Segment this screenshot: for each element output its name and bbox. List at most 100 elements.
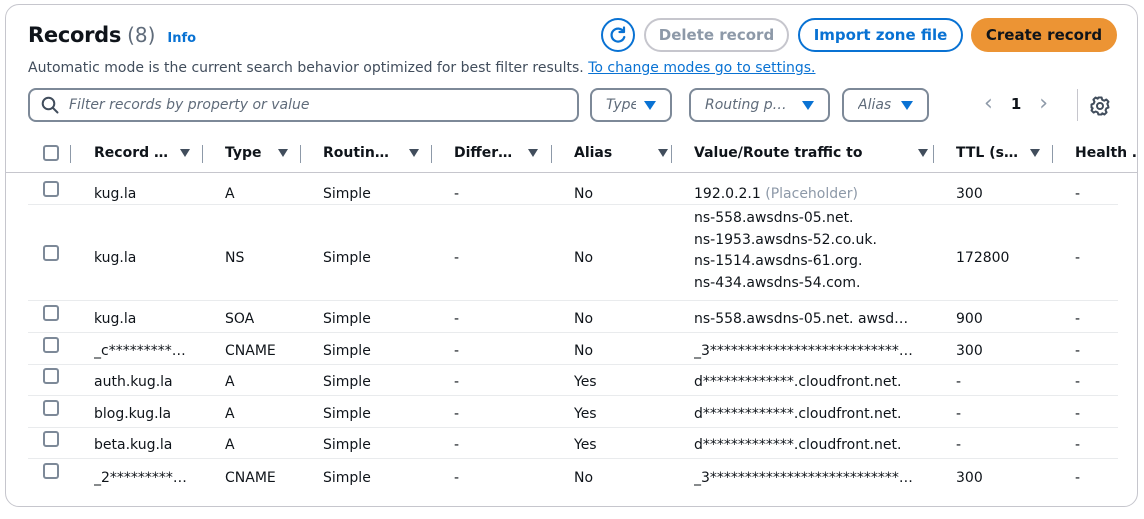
col-ttl[interactable]: TTL (s… <box>956 133 1040 173</box>
refresh-icon <box>610 26 626 43</box>
cell-alias: Yes <box>574 374 597 390</box>
col-label: Alias <box>574 145 613 161</box>
table-row[interactable]: beta.kug.la A Simple - Yes d************… <box>28 428 1118 459</box>
gear-icon <box>1090 96 1110 116</box>
cell-type: A <box>225 374 235 390</box>
col-differentiator[interactable]: Differ… <box>454 133 539 173</box>
header: Records (8) Info <box>28 23 196 47</box>
column-divider <box>933 145 934 163</box>
cell-alias: No <box>574 343 594 359</box>
cell-record-name: _c*********… <box>94 343 186 359</box>
cell-health: - <box>1075 250 1081 266</box>
delete-record-button[interactable]: Delete record <box>644 18 789 52</box>
cell-record-name: auth.kug.la <box>94 374 173 390</box>
col-label: Routin… <box>323 145 389 161</box>
row-checkbox[interactable] <box>43 181 59 197</box>
select-all-checkbox[interactable] <box>43 145 59 161</box>
cell-ttl: - <box>956 374 962 390</box>
row-checkbox[interactable] <box>43 431 59 447</box>
table-row[interactable]: blog.kug.la A Simple - Yes d************… <box>28 396 1118 428</box>
col-label: Differ… <box>454 145 513 161</box>
col-label: Health … <box>1075 145 1137 161</box>
row-checkbox[interactable] <box>43 305 59 321</box>
subtitle-text: Automatic mode is the current search beh… <box>28 60 584 76</box>
column-divider <box>1052 145 1053 163</box>
page-number[interactable]: 1 <box>1011 95 1021 113</box>
record-count: (8) <box>127 23 156 47</box>
col-record-name[interactable]: Record … <box>94 133 190 173</box>
cell-alias: Yes <box>574 437 597 453</box>
cell-value: ns-558.awsdns-05.net. ns-1953.awsdns-52.… <box>694 208 877 294</box>
settings-link[interactable]: To change modes go to settings. <box>588 60 815 76</box>
filter-search[interactable] <box>28 88 579 122</box>
cell-differentiator: - <box>454 343 460 359</box>
cell-health: - <box>1075 470 1081 486</box>
cell-ttl: - <box>956 406 962 422</box>
ns-value: ns-434.awsdns-54.com. <box>694 274 861 291</box>
cell-routing: Simple <box>323 406 371 422</box>
caret-down-icon <box>802 100 814 110</box>
cell-routing: Simple <box>323 311 371 327</box>
cell-routing: Simple <box>323 437 371 453</box>
type-filter-select[interactable]: Type <box>590 88 672 122</box>
sort-icon[interactable] <box>1029 149 1040 157</box>
ns-value: ns-1953.awsdns-52.co.uk. <box>694 231 877 248</box>
table-settings-button[interactable] <box>1089 95 1111 117</box>
cell-record-name: kug.la <box>94 311 137 327</box>
table-row[interactable]: kug.la NS Simple - No ns-558.awsdns-05.n… <box>28 205 1118 301</box>
search-input[interactable] <box>69 97 549 113</box>
cell-type: A <box>225 437 235 453</box>
col-value[interactable]: Value/Route traffic to <box>694 133 929 173</box>
col-alias[interactable]: Alias <box>574 133 669 173</box>
column-divider <box>300 145 301 163</box>
cell-ttl: 300 <box>956 343 983 359</box>
cell-type: CNAME <box>225 470 276 486</box>
cell-value: d*************.cloudfront.net. <box>694 406 902 422</box>
sort-icon[interactable] <box>658 149 669 157</box>
sort-icon[interactable] <box>918 149 929 157</box>
ns-value: ns-558.awsdns-05.net. <box>694 210 854 226</box>
row-checkbox[interactable] <box>43 400 59 416</box>
cell-ttl: 300 <box>956 186 983 202</box>
chevron-right-icon[interactable]: › <box>1039 93 1048 115</box>
info-link[interactable]: Info <box>167 31 196 46</box>
row-checkbox[interactable] <box>43 245 59 261</box>
cell-type: A <box>225 186 235 202</box>
table-row[interactable]: kug.la SOA Simple - No ns-558.awsdns-05.… <box>28 301 1118 333</box>
chevron-left-icon[interactable]: ‹ <box>984 93 993 115</box>
sort-icon[interactable] <box>528 149 539 157</box>
table-row[interactable]: _2*********… CNAME Simple - No _3*******… <box>28 459 1118 495</box>
col-health-check[interactable]: Health … <box>1075 133 1137 173</box>
sort-icon[interactable] <box>408 149 419 157</box>
sort-icon[interactable] <box>180 149 190 157</box>
cell-record-name: blog.kug.la <box>94 406 172 422</box>
row-checkbox[interactable] <box>43 368 59 384</box>
table-row[interactable]: _c*********… CNAME Simple - No _3*******… <box>28 333 1118 365</box>
cell-record-name: kug.la <box>94 186 137 202</box>
cell-value: d*************.cloudfront.net. <box>694 374 902 390</box>
create-record-button[interactable]: Create record <box>971 18 1117 52</box>
col-label: Value/Route traffic to <box>694 145 863 161</box>
import-zone-file-button[interactable]: Import zone file <box>798 18 963 52</box>
table-row[interactable]: kug.la A Simple - No 192.0.2.1 (Placehol… <box>28 173 1118 205</box>
cell-health: - <box>1075 374 1081 390</box>
cell-alias: No <box>574 186 594 202</box>
refresh-button[interactable] <box>601 18 635 52</box>
sort-icon[interactable] <box>277 149 288 157</box>
col-routing-policy[interactable]: Routin… <box>323 133 419 173</box>
routing-policy-filter-select[interactable]: Routing p… <box>689 88 830 122</box>
alias-filter-select[interactable]: Alias <box>842 88 929 122</box>
col-type[interactable]: Type <box>225 133 288 173</box>
row-checkbox[interactable] <box>43 463 59 479</box>
table-header: Record … Type Routin… Differ… Alias Valu… <box>6 133 1137 173</box>
cell-value: ns-558.awsdns-05.net. awsd… <box>694 311 909 327</box>
cell-differentiator: - <box>454 406 460 422</box>
cell-differentiator: - <box>454 437 460 453</box>
column-divider <box>70 145 71 163</box>
table-row[interactable]: auth.kug.la A Simple - Yes d************… <box>28 365 1118 396</box>
cell-health: - <box>1075 311 1081 327</box>
col-label: TTL (s… <box>956 145 1018 161</box>
cell-record-name: kug.la <box>94 250 137 266</box>
cell-routing: Simple <box>323 470 371 486</box>
row-checkbox[interactable] <box>43 337 59 353</box>
